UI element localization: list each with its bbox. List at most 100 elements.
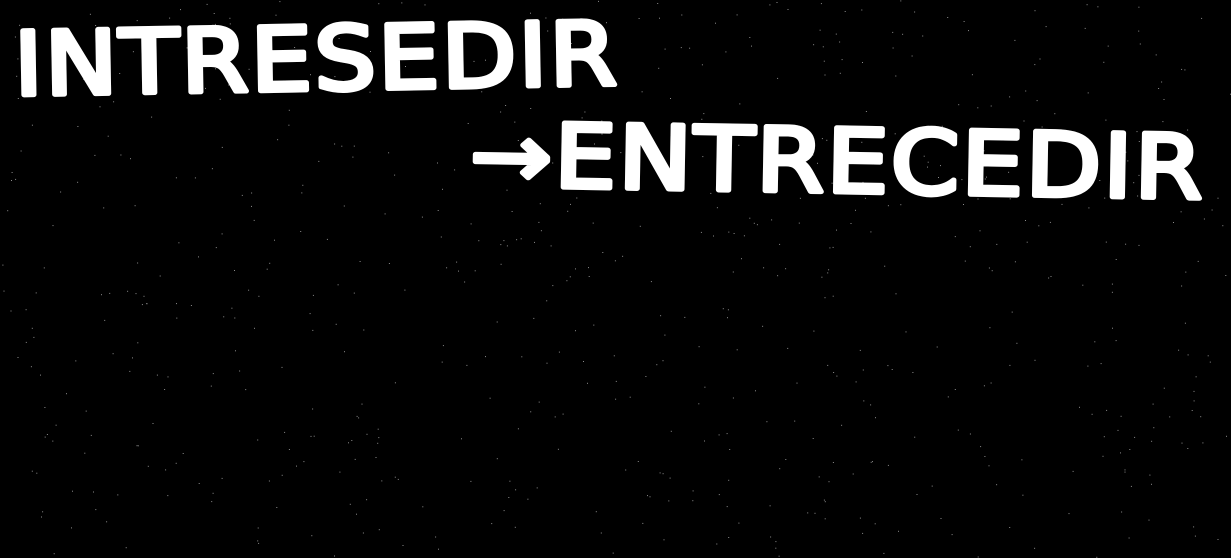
noise-speck — [892, 31, 894, 33]
noise-speck — [366, 433, 368, 435]
noise-speck — [713, 235, 714, 237]
noise-speck — [1082, 284, 1084, 286]
noise-speck — [500, 244, 502, 246]
noise-speck — [52, 225, 54, 227]
noise-speck — [35, 292, 37, 294]
noise-speck — [996, 243, 998, 245]
noise-speck — [456, 261, 458, 263]
noise-speck — [301, 192, 303, 194]
noise-speck — [875, 417, 876, 419]
noise-speck — [1173, 222, 1174, 223]
noise-speck — [235, 350, 236, 352]
noise-speck — [167, 495, 169, 497]
handwritten-word-original: INTRESEDIR — [13, 2, 620, 116]
noise-speck — [221, 477, 223, 479]
noise-speck — [352, 156, 354, 158]
noise-speck — [253, 219, 255, 221]
noise-speck — [534, 241, 535, 243]
noise-speck — [989, 327, 991, 329]
noise-speck — [266, 268, 268, 270]
noise-speck — [649, 496, 651, 498]
noise-speck — [988, 267, 990, 269]
noise-speck — [588, 276, 590, 277]
noise-speck — [785, 459, 787, 460]
noise-speck — [95, 509, 97, 511]
noise-speck — [343, 205, 345, 207]
noise-speck — [517, 428, 519, 430]
noise-speck — [704, 440, 705, 442]
noise-speck — [1201, 17, 1203, 19]
noise-speck — [384, 213, 386, 215]
noise-speck — [1021, 459, 1023, 461]
noise-speck — [1217, 539, 1219, 540]
noise-speck — [751, 45, 752, 47]
noise-speck — [1197, 260, 1199, 262]
noise-speck — [741, 258, 742, 260]
noise-speck — [836, 375, 838, 377]
noise-speck — [612, 552, 614, 554]
noise-speck — [20, 150, 22, 152]
noise-speck — [491, 523, 493, 525]
noise-speck — [404, 289, 406, 291]
noise-speck — [1034, 64, 1036, 66]
noise-speck — [527, 498, 529, 500]
noise-speck — [109, 292, 111, 294]
noise-speck — [312, 329, 314, 331]
noise-speck — [112, 353, 114, 355]
noise-speck — [859, 349, 861, 351]
noise-speck — [813, 44, 815, 46]
noise-speck — [777, 275, 779, 277]
noise-speck — [898, 530, 899, 532]
noise-speck — [1169, 416, 1171, 418]
noise-speck — [659, 17, 660, 19]
noise-speck — [515, 489, 517, 491]
noise-speck — [274, 239, 275, 241]
noise-speck — [175, 462, 177, 464]
noise-speck — [1121, 511, 1123, 513]
noise-speck — [147, 465, 149, 467]
noise-speck — [662, 473, 664, 475]
noise-speck — [1163, 387, 1165, 389]
noise-speck — [1226, 435, 1227, 437]
noise-speck — [884, 265, 886, 267]
noise-speck — [818, 476, 820, 478]
noise-speck — [862, 369, 864, 371]
noise-speck — [3, 290, 5, 292]
noise-speck — [348, 442, 349, 444]
noise-speck — [10, 310, 12, 312]
noise-speck — [722, 308, 724, 310]
noise-speck — [1068, 513, 1070, 515]
noise-speck — [1181, 68, 1183, 70]
noise-speck — [1193, 400, 1195, 402]
noise-speck — [474, 270, 476, 272]
noise-speck — [977, 107, 979, 109]
noise-speck — [454, 169, 456, 171]
noise-speck — [824, 74, 826, 76]
noise-speck — [1102, 455, 1104, 457]
noise-speck — [558, 351, 560, 353]
handwritten-word-corrected: →ENTRECEDIR — [469, 104, 1206, 220]
noise-speck — [1194, 535, 1196, 537]
noise-speck — [1117, 429, 1119, 431]
noise-speck — [182, 453, 184, 454]
noise-speck — [664, 334, 666, 336]
noise-speck — [1149, 474, 1151, 476]
noise-speck — [566, 280, 568, 282]
noise-speck — [470, 480, 472, 482]
noise-speck — [1086, 4, 1088, 6]
noise-speck — [388, 263, 390, 264]
noise-speck — [288, 124, 290, 126]
noise-speck — [129, 370, 131, 372]
noise-speck — [281, 366, 283, 368]
noise-speck — [785, 268, 787, 270]
noise-speck — [954, 389, 956, 390]
noise-speck — [1222, 225, 1224, 227]
noise-speck — [902, 33, 904, 35]
noise-speck — [446, 267, 448, 269]
noise-speck — [650, 281, 652, 283]
noise-speck — [1105, 241, 1107, 243]
noise-speck — [42, 511, 44, 513]
noise-speck — [1009, 96, 1011, 98]
noise-speck — [335, 323, 337, 325]
noise-speck — [736, 14, 738, 16]
